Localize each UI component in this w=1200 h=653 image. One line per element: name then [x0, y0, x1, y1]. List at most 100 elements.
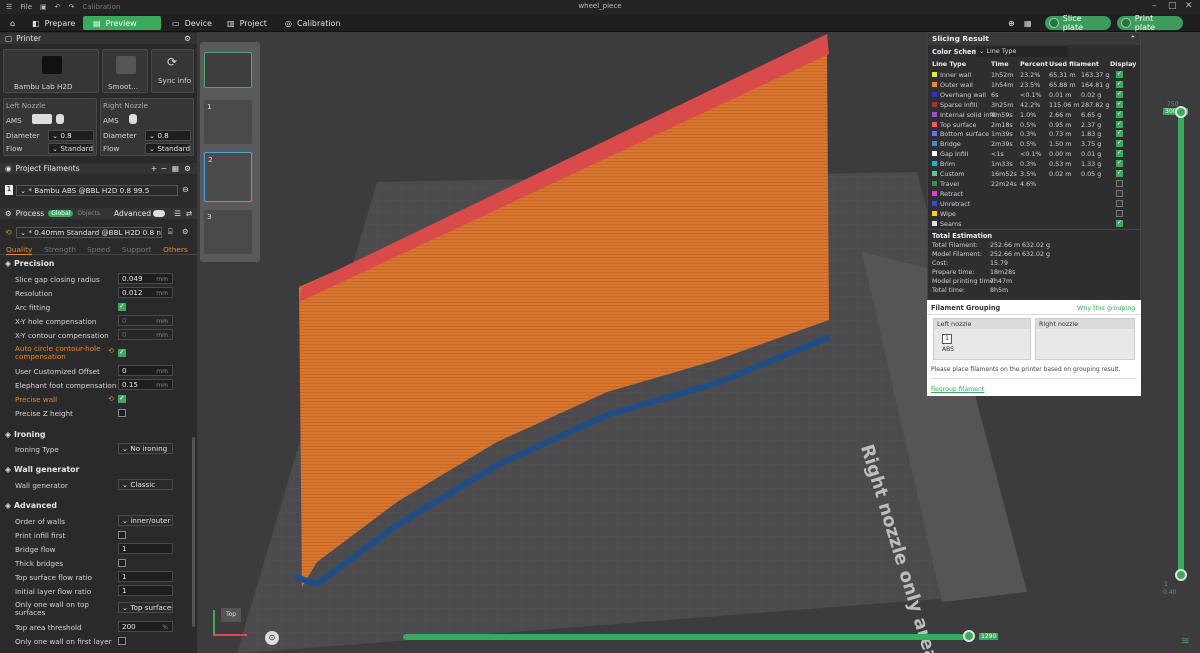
- one-wall-top-select[interactable]: ⌄ Top surfaces: [118, 602, 173, 613]
- maximize-icon[interactable]: □: [1168, 1, 1177, 11]
- line-type-display-checkbox[interactable]: [1116, 179, 1123, 187]
- list-icon[interactable]: ☰: [174, 209, 181, 218]
- layer-top-handle[interactable]: [1175, 106, 1187, 118]
- top-flow-input[interactable]: 1: [118, 571, 173, 582]
- close-icon[interactable]: ✕: [1185, 1, 1193, 11]
- line-type-display-checkbox[interactable]: [1116, 219, 1123, 227]
- slice-result-icon[interactable]: [204, 52, 252, 88]
- left-diameter-select[interactable]: ⌄ 0.8: [48, 130, 94, 141]
- reset-icon[interactable]: ⟲: [108, 395, 114, 403]
- precise-z-checkbox[interactable]: [118, 409, 126, 417]
- xy-contour-input[interactable]: 0 mm: [118, 329, 173, 340]
- xy-hole-input[interactable]: 0 mm: [118, 315, 173, 326]
- ironing-type-select[interactable]: ⌄ No ironing: [118, 443, 173, 454]
- arc-fitting-checkbox[interactable]: [118, 302, 126, 311]
- line-type-time: 1h52m: [991, 71, 1014, 79]
- line-type-length: 2.66 m: [1049, 110, 1072, 119]
- printer-settings-icon[interactable]: ⚙: [184, 34, 191, 43]
- user-offset-input[interactable]: 0 mm: [118, 365, 173, 376]
- estimation-row: Model Filament: 252.66 m 632.02 g: [932, 251, 1132, 260]
- global-toggle[interactable]: Global: [48, 210, 74, 217]
- infill-first-checkbox[interactable]: [118, 531, 126, 539]
- advanced-switch[interactable]: [153, 210, 165, 217]
- slice-gap-input[interactable]: 0.049 mm: [118, 273, 173, 284]
- remove-filament-icon[interactable]: −: [161, 164, 167, 173]
- sync-info-button[interactable]: ⟳ Sync info: [151, 49, 194, 93]
- filament-slot[interactable]: 1: [942, 334, 952, 344]
- plate-thumb-3[interactable]: 3: [204, 210, 252, 254]
- line-type-display-checkbox[interactable]: [1116, 169, 1123, 177]
- save-preset-icon[interactable]: ⌸: [168, 227, 172, 237]
- plate-thumb-1[interactable]: 1: [204, 100, 252, 144]
- filament-remove-icon[interactable]: ⊖: [182, 185, 189, 194]
- line-type-display-checkbox[interactable]: [1116, 199, 1123, 207]
- tab-prepare[interactable]: ◧ Prepare: [22, 16, 85, 30]
- initial-flow-input[interactable]: 1: [118, 585, 173, 596]
- right-diameter-select[interactable]: ⌄ 0.8: [145, 130, 191, 141]
- top-area-input[interactable]: 200%: [118, 621, 173, 632]
- tab-support[interactable]: Support: [122, 245, 151, 254]
- tab-preview[interactable]: ▤ Preview: [83, 16, 161, 30]
- line-type-display-checkbox[interactable]: [1116, 90, 1123, 98]
- tab-project[interactable]: ▥ Project: [217, 16, 277, 30]
- color-scheme-select[interactable]: ⌄ Line Type: [976, 47, 1068, 57]
- order-walls-select[interactable]: ⌄ inner/outer: [118, 515, 173, 526]
- layer-slider-track[interactable]: [1178, 114, 1184, 574]
- line-type-percent: 23.2%: [1020, 71, 1041, 79]
- tab-device[interactable]: ▭ Device: [162, 16, 222, 30]
- auto-circle-checkbox[interactable]: [118, 348, 126, 357]
- line-type-display-checkbox[interactable]: [1116, 139, 1123, 148]
- one-wall-first-checkbox[interactable]: [118, 637, 126, 645]
- line-type-display-checkbox[interactable]: [1116, 129, 1123, 138]
- line-type-display-checkbox[interactable]: [1116, 209, 1123, 217]
- fit-view-icon[interactable]: ⊙: [265, 631, 279, 645]
- filament-settings-icon[interactable]: ▦: [172, 164, 179, 173]
- filament-select[interactable]: ⌄ * Bambu ABS @BBL H2D 0.8 99.5: [16, 185, 178, 196]
- regroup-filament-link[interactable]: Regroup filament: [931, 386, 984, 393]
- slice-plate-button[interactable]: Slice plate: [1045, 14, 1111, 32]
- objects-toggle[interactable]: Objects: [77, 210, 100, 217]
- move-slider-track[interactable]: [403, 634, 969, 640]
- resolution-input[interactable]: 0.012 mm: [118, 287, 173, 298]
- left-flow-select[interactable]: ⌄ Standard: [48, 143, 94, 154]
- line-type-display-checkbox[interactable]: [1116, 149, 1123, 158]
- minimize-icon[interactable]: –: [1152, 1, 1157, 11]
- tab-others[interactable]: Others: [163, 245, 188, 254]
- view-cube[interactable]: Top: [213, 600, 249, 636]
- plate-selector[interactable]: Smoot...: [102, 49, 148, 93]
- line-type-display-checkbox[interactable]: [1116, 110, 1123, 118]
- tab-speed[interactable]: Speed: [87, 245, 110, 254]
- wall-generator-select[interactable]: ⌄ Classic: [118, 479, 173, 490]
- initial-flow-value: 1: [122, 586, 127, 595]
- elephant-foot-input[interactable]: 0.15 mm: [118, 379, 173, 390]
- settings-scrollbar[interactable]: [192, 437, 195, 627]
- compare-icon[interactable]: ⇄: [186, 209, 192, 218]
- line-type-display-checkbox[interactable]: [1116, 70, 1123, 78]
- tab-strength[interactable]: Strength: [44, 245, 76, 254]
- print-plate-button[interactable]: Print plate: [1117, 14, 1183, 32]
- layers-icon[interactable]: ≋: [1181, 636, 1189, 647]
- line-type-display-checkbox[interactable]: [1116, 189, 1123, 197]
- line-type-display-checkbox[interactable]: [1116, 120, 1123, 128]
- line-type-display-checkbox[interactable]: [1116, 80, 1123, 88]
- plate-thumb-2[interactable]: 2: [204, 152, 252, 202]
- why-grouping-link[interactable]: Why this grouping: [1077, 304, 1135, 312]
- process-preset-select[interactable]: ⌄ * 0.40mm Standard @BBL H2D 0.8 noz...: [16, 227, 162, 238]
- filament-gear-icon[interactable]: ⚙: [184, 164, 191, 173]
- line-type-display-checkbox[interactable]: [1116, 100, 1123, 108]
- move-slider-handle[interactable]: [963, 630, 975, 642]
- layer-bottom-handle[interactable]: [1175, 569, 1187, 581]
- printer-selector[interactable]: Bambu Lab H2D: [3, 49, 99, 93]
- bridge-flow-input[interactable]: 1: [118, 543, 173, 554]
- reset-icon[interactable]: ⟲: [108, 347, 114, 355]
- preset-settings-icon[interactable]: ⚙: [182, 227, 189, 236]
- thick-bridges-checkbox[interactable]: [118, 559, 126, 567]
- export-icon[interactable]: ▦: [1014, 16, 1042, 30]
- right-flow-select[interactable]: ⌄ Standard: [145, 143, 191, 154]
- tab-calibration[interactable]: ◎ Calibration: [275, 16, 351, 30]
- precise-wall-checkbox[interactable]: [118, 394, 126, 403]
- line-type-display-checkbox[interactable]: [1116, 159, 1123, 168]
- add-filament-icon[interactable]: +: [151, 164, 157, 173]
- collapse-icon[interactable]: ⌃: [1130, 33, 1136, 45]
- tab-quality[interactable]: Quality: [6, 245, 33, 255]
